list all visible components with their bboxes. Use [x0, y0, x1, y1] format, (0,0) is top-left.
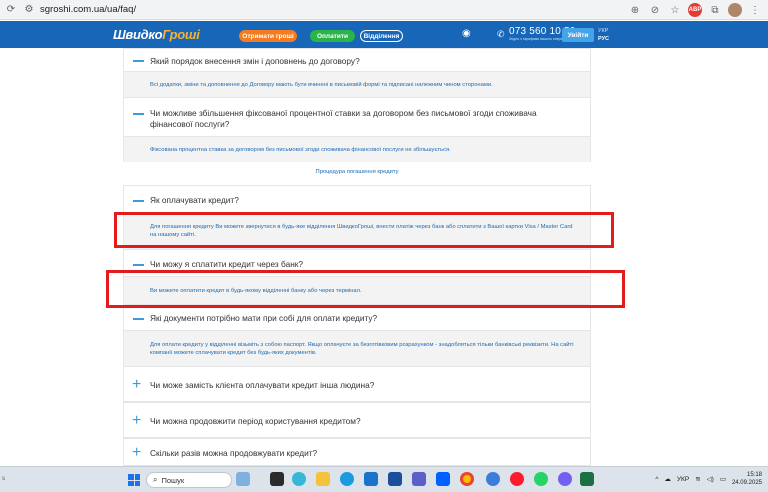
whatsapp-icon[interactable] [534, 472, 548, 486]
profile-avatar[interactable] [728, 3, 742, 17]
logo-accent: Гроші [162, 27, 200, 42]
copilot-icon[interactable] [292, 472, 306, 486]
question-text: Скільки разів можна продовжувати кредит? [150, 448, 318, 458]
eye-icon[interactable]: ◉ [462, 29, 473, 39]
input-language[interactable]: УКР [677, 476, 689, 483]
faq-question[interactable]: Який порядок внесення змін і доповнень д… [123, 48, 591, 72]
collapse-icon [133, 264, 144, 266]
phone-subtext: Згідно з тарифами вашого оператора [509, 37, 570, 41]
question-text: Чи можливе збільшення фіксованої процент… [150, 108, 537, 129]
zoom-icon[interactable]: ⊕ [628, 3, 642, 17]
question-text: Чи можу я сплатити кредит через банк? [150, 259, 304, 269]
answer-text: Фіксована процентна ставка за договором … [150, 147, 451, 153]
chevron-up-icon[interactable]: ^ [655, 476, 658, 483]
battery-icon[interactable]: ▭ [720, 475, 726, 483]
section-link[interactable]: Процедура погашення кредиту [123, 169, 591, 175]
volume-icon[interactable]: ◁) [707, 475, 714, 483]
faq-question[interactable]: Як оплачувати кредит? [123, 185, 591, 213]
store-icon[interactable] [364, 472, 378, 486]
address-bar[interactable]: sgroshi.com.ua/ua/faq/ [40, 4, 136, 15]
edge-icon[interactable] [340, 472, 354, 486]
lang-ukr[interactable]: УКР [598, 28, 608, 34]
eye-off-icon[interactable]: ⊘ [648, 3, 662, 17]
widgets-icon[interactable] [236, 472, 250, 486]
collapse-icon [133, 318, 144, 320]
search-icon: ⌕ [153, 475, 158, 484]
clock[interactable]: 15:18 24.09.2025 [732, 471, 762, 487]
system-tray: ^ ☁ УКР ≋ ◁) ▭ 15:18 24.09.2025 [655, 471, 762, 487]
get-money-button[interactable]: Отримати гроші [239, 30, 297, 42]
clock-date: 24.09.2025 [731, 480, 762, 486]
opera-icon[interactable] [510, 472, 524, 486]
site-logo[interactable]: ШвидкоГроші [113, 27, 200, 42]
site-header: ШвидкоГроші Отримати гроші Оплатити Відд… [0, 21, 768, 48]
faq-question[interactable]: Які документи потрібно мати при собі для… [123, 304, 591, 331]
cloud-icon[interactable]: ☁ [664, 475, 671, 483]
search-label: Пошук [161, 475, 185, 485]
viber-icon[interactable] [558, 472, 572, 486]
faq-answer: Для оплати кредиту у відділенні візьміть… [123, 331, 591, 366]
taskbar-left-text: s [2, 476, 5, 482]
taskbar-search[interactable]: ⌕ Пошук [146, 472, 232, 488]
menu-dots-icon[interactable]: ⋮ [748, 3, 762, 17]
faq-answer: Фіксована процентна ставка за договором … [123, 137, 591, 162]
browser-toolbar: ⟳ ⚙ sgroshi.com.ua/ua/faq/ ⊕ ⊘ ☆ ABP ⧉ ⋮ [0, 0, 768, 20]
extensions-icon[interactable]: ⧉ [708, 3, 722, 17]
start-button[interactable] [128, 474, 140, 486]
question-text: Чи може замість клієнта оплачувати креди… [150, 380, 375, 390]
logo-main: Швидко [113, 27, 163, 42]
highlight-box [106, 270, 625, 308]
collapse-icon [133, 60, 144, 62]
dropbox-icon[interactable] [436, 472, 450, 486]
question-text: Як оплачувати кредит? [150, 195, 239, 205]
question-text: Який порядок внесення змін і доповнень д… [150, 56, 360, 66]
task-view-icon[interactable] [270, 472, 284, 486]
expand-icon: + [132, 376, 142, 393]
outlook-icon[interactable] [388, 472, 402, 486]
chrome-icon[interactable] [460, 472, 474, 486]
answer-text: Всі додатки, зміни та доповнення до Дого… [150, 82, 493, 88]
branches-button[interactable]: Відділення [360, 30, 403, 42]
windows-taskbar: s ⌕ Пошук ^ ☁ УКР ≋ ◁) ▭ 15:18 24.09.202… [0, 466, 768, 492]
faq-answer: Всі додатки, зміни та доповнення до Дого… [123, 72, 591, 97]
file-explorer-icon[interactable] [316, 472, 330, 486]
expand-icon: + [132, 444, 142, 461]
expand-icon: + [132, 412, 142, 429]
faq-question[interactable]: + Скільки разів можна продовжувати креди… [123, 438, 591, 466]
question-text: Чи можна продовжити період користування … [150, 416, 361, 426]
adblock-extension-icon[interactable]: ABP [688, 3, 702, 17]
question-text: Які документи потрібно мати при собі для… [150, 313, 378, 323]
teams-icon[interactable] [412, 472, 426, 486]
telegram-icon[interactable] [486, 472, 500, 486]
faq-question[interactable]: + Чи може замість клієнта оплачувати кре… [123, 366, 591, 402]
faq-question[interactable]: Чи можливе збільшення фіксованої процент… [123, 97, 591, 137]
wifi-icon[interactable]: ≋ [695, 475, 700, 483]
pay-button[interactable]: Оплатити [310, 30, 355, 42]
collapse-icon [133, 200, 144, 202]
refresh-icon[interactable]: ⟳ [4, 3, 18, 17]
excel-icon[interactable] [580, 472, 594, 486]
site-info-icon[interactable]: ⚙ [22, 3, 36, 17]
clock-time: 15:18 [746, 472, 762, 478]
answer-text: Для оплати кредиту у відділенні візьміть… [150, 342, 574, 356]
collapse-icon [133, 113, 144, 115]
highlight-box [114, 212, 614, 248]
login-button[interactable]: Увійти [562, 28, 594, 42]
star-icon[interactable]: ☆ [668, 3, 682, 17]
phone-icon: ✆ [497, 29, 505, 39]
lang-rus[interactable]: РУС [598, 36, 609, 42]
faq-question[interactable]: + Чи можна продовжити період користуванн… [123, 402, 591, 438]
